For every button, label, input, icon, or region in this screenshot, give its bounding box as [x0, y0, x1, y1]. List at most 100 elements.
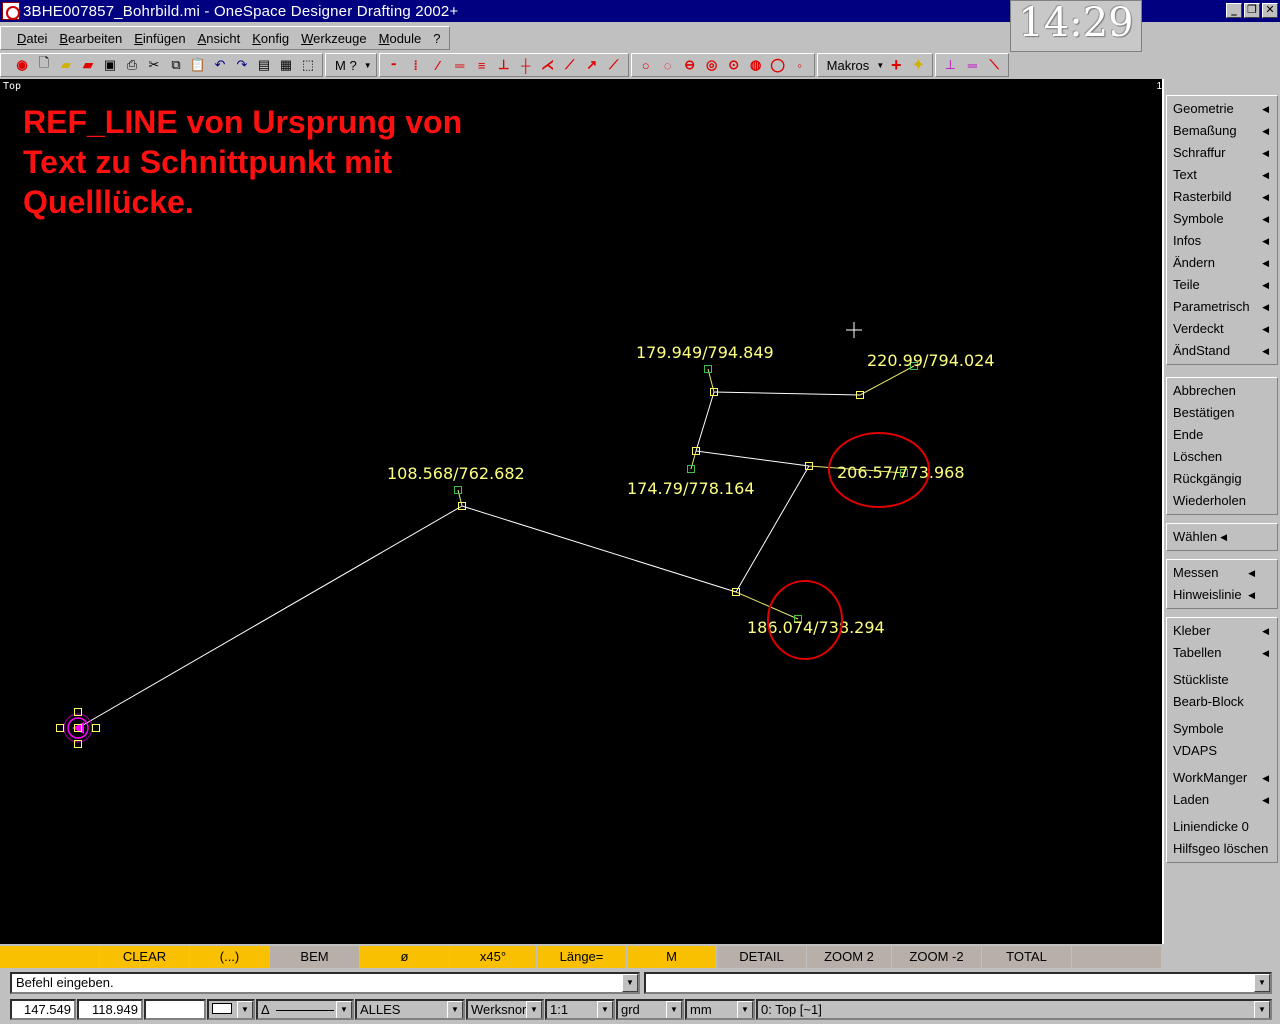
menu-ansicht[interactable]: Ansicht	[198, 31, 241, 46]
linetype-select[interactable]: Δ ▼	[256, 999, 354, 1020]
snap-point-icon[interactable]: ✦	[907, 55, 929, 75]
coordinate-label[interactable]: 220.99/794.024	[867, 351, 995, 370]
side-menu-item-abbrechen[interactable]: Abbrechen	[1167, 380, 1277, 402]
drawing-viewport[interactable]: 179.949/794.849 220.99/794.024 174.79/77…	[0, 79, 1162, 944]
angle-unit-select[interactable]: grd ▼	[616, 999, 684, 1020]
side-menu-item-workmanger[interactable]: WorkManger ◀	[1167, 767, 1277, 789]
side-menu-item-messen[interactable]: Messen ◀	[1167, 562, 1277, 584]
parallel-line-icon[interactable]: ═	[449, 55, 471, 75]
side-menu-item-aendstand[interactable]: ÄndStand ◀	[1167, 340, 1277, 362]
side-menu-item-text[interactable]: Text ◀	[1167, 164, 1277, 186]
circle-2pt-icon[interactable]: ◯	[767, 55, 789, 75]
circle-3pt-icon[interactable]: ◍	[745, 55, 767, 75]
side-menu-item-symbole-2[interactable]: Symbole	[1167, 718, 1277, 740]
side-menu-item-hinweislinie[interactable]: Hinweislinie ◀	[1167, 584, 1277, 606]
minimize-button[interactable]: _	[1226, 3, 1242, 18]
perpendicular-icon[interactable]: ⊥	[493, 55, 515, 75]
restore-button[interactable]: ❐	[1244, 3, 1260, 18]
side-menu-item-tabellen[interactable]: Tabellen ◀	[1167, 642, 1277, 664]
side-menu-item-stueckliste[interactable]: Stückliste	[1167, 669, 1277, 691]
list-icon[interactable]: ▤	[253, 55, 275, 75]
softkey-clear[interactable]: CLEAR	[100, 946, 190, 968]
angle-line-icon[interactable]: ⋌	[537, 55, 559, 75]
side-menu-item-schraffur[interactable]: Schraffur ◀	[1167, 142, 1277, 164]
new-icon[interactable]: ◉	[11, 55, 33, 75]
view-select[interactable]: 0: Top [~1] ▼	[756, 999, 1272, 1020]
makros-dropdown[interactable]: Makros ▼ + ✦	[816, 53, 934, 77]
line-p3-to-p4[interactable]	[695, 450, 810, 467]
paste-icon[interactable]: 📋	[187, 55, 209, 75]
concentric-circle-icon[interactable]: ◎	[701, 55, 723, 75]
softkey-total[interactable]: TOTAL	[982, 946, 1072, 968]
softkey-m[interactable]: M	[627, 946, 717, 968]
side-menu-item-geometrie[interactable]: Geometrie ◀	[1167, 98, 1277, 120]
close-button[interactable]: ✕	[1262, 3, 1278, 18]
coord-z-field[interactable]	[144, 999, 206, 1020]
filter-select[interactable]: ALLES ▼	[355, 999, 465, 1020]
multi-line-icon[interactable]: ≡	[471, 55, 493, 75]
line-p1-to-p2[interactable]	[461, 505, 737, 593]
mode-dropdown[interactable]: M ? ▼	[325, 53, 377, 77]
softkey-ellipsis[interactable]: (...)	[190, 946, 270, 968]
menu-einfuegen[interactable]: Einfügen	[134, 31, 185, 46]
construction-line-icon[interactable]: ⊥	[939, 55, 961, 75]
new-file-icon[interactable]: 🗋	[33, 55, 55, 75]
softkey-zoom-2[interactable]: ZOOM 2	[807, 946, 892, 968]
softkey-bem[interactable]: BEM	[270, 946, 360, 968]
standard-select[interactable]: Werksnor ▼	[466, 999, 544, 1020]
side-menu-item-bemassung[interactable]: Bemaßung ◀	[1167, 120, 1277, 142]
circle-point-icon[interactable]: ⊙	[723, 55, 745, 75]
side-menu-item-laden[interactable]: Laden ◀	[1167, 789, 1277, 811]
crosshair-icon[interactable]: +	[885, 55, 907, 75]
circle-rad-icon[interactable]: ◦	[789, 55, 811, 75]
save-icon[interactable]: ▣	[99, 55, 121, 75]
side-menu-item-hilfsgeo-loeschen[interactable]: Hilfsgeo löschen	[1167, 838, 1277, 860]
slash-line-icon[interactable]: ⟋	[603, 55, 625, 75]
undo-icon[interactable]: ↶	[209, 55, 231, 75]
coord-y-field[interactable]: 118.949	[77, 999, 143, 1020]
cross-line-icon[interactable]: ┼	[515, 55, 537, 75]
menu-werkzeuge[interactable]: Werkzeuge	[301, 31, 367, 46]
side-menu-item-bearb-block[interactable]: Bearb-Block	[1167, 691, 1277, 713]
side-menu-item-symbole[interactable]: Symbole ◀	[1167, 208, 1277, 230]
softkey-x45[interactable]: x45°	[450, 946, 537, 968]
side-menu-item-parametrisch[interactable]: Parametrisch ◀	[1167, 296, 1277, 318]
side-menu-item-rasterbild[interactable]: Rasterbild ◀	[1167, 186, 1277, 208]
side-menu-item-kleber[interactable]: Kleber ◀	[1167, 620, 1277, 642]
chevron-down-icon[interactable]: ▼	[622, 974, 638, 992]
coordinate-label[interactable]: 108.568/762.682	[387, 464, 525, 483]
softkey-zoom-minus-2[interactable]: ZOOM -2	[892, 946, 982, 968]
menu-konfig[interactable]: Konfig	[252, 31, 289, 46]
coordinate-label[interactable]: 179.949/794.849	[636, 343, 774, 362]
calculator-icon[interactable]: ▦	[275, 55, 297, 75]
chevron-down-icon[interactable]: ▼	[1254, 974, 1270, 992]
coord-x-field[interactable]: 147.549	[10, 999, 76, 1020]
tangent-line-icon[interactable]: ⟋	[559, 55, 581, 75]
app-icon[interactable]	[2, 2, 20, 20]
side-menu-item-ende[interactable]: Ende	[1167, 424, 1277, 446]
side-menu-item-waehlen[interactable]: Wählen ◀	[1167, 526, 1277, 548]
side-menu-item-liniendicke[interactable]: Liniendicke 0	[1167, 816, 1277, 838]
line-p4-to-p5[interactable]	[695, 391, 715, 452]
arc-line-icon[interactable]: ↗	[581, 55, 603, 75]
menu-help[interactable]: ?	[433, 31, 440, 46]
scale-select[interactable]: 1:1 ▼	[545, 999, 615, 1020]
side-menu-item-loeschen[interactable]: Löschen	[1167, 446, 1277, 468]
origin-icon[interactable]	[56, 708, 100, 748]
side-menu-item-infos[interactable]: Infos ◀	[1167, 230, 1277, 252]
copy-icon[interactable]: ⧉	[165, 55, 187, 75]
redo-icon[interactable]: ↷	[231, 55, 253, 75]
side-menu-item-teile[interactable]: Teile ◀	[1167, 274, 1277, 296]
trim-icon[interactable]: ⟍	[983, 55, 1005, 75]
length-unit-select[interactable]: mm ▼	[685, 999, 755, 1020]
circle-tangent-icon[interactable]: ⊖	[679, 55, 701, 75]
softkey-empty[interactable]	[10, 946, 100, 968]
diagonal-line-icon[interactable]: ⁄	[427, 55, 449, 75]
color-select[interactable]: ▼	[207, 999, 255, 1020]
menu-bearbeiten[interactable]: Bearbeiten	[59, 31, 122, 46]
menu-datei[interactable]: Datei	[17, 31, 47, 46]
select-box-icon[interactable]: ⬚	[297, 55, 319, 75]
side-menu-item-rueckgaengig[interactable]: Rückgängig	[1167, 468, 1277, 490]
hline-icon[interactable]: ⁃	[383, 55, 405, 75]
circle-icon[interactable]: ○	[635, 55, 657, 75]
